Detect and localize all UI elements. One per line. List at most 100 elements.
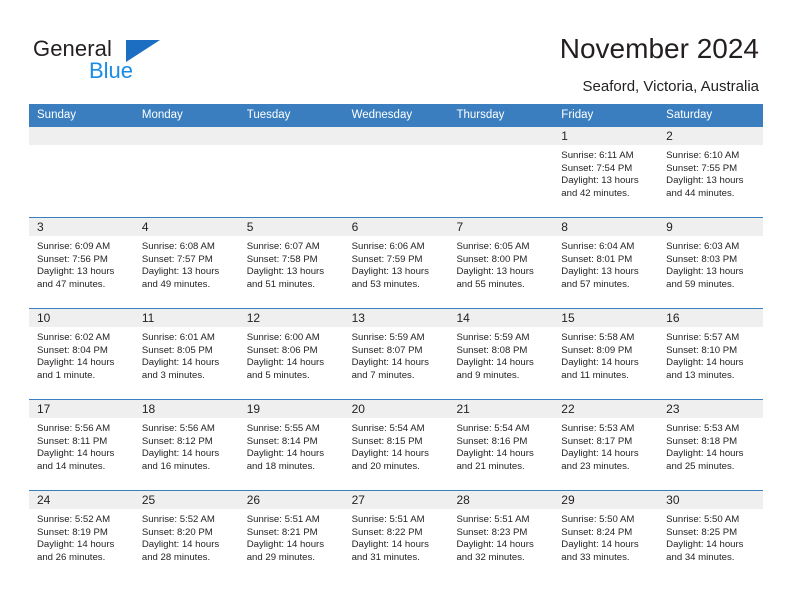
daylight-text-line2: and 57 minutes. xyxy=(561,278,630,290)
sunset-text: Sunset: 8:18 PM xyxy=(666,435,738,447)
day-cell[interactable]: Sunrise: 5:58 AM Sunset: 8:09 PM Dayligh… xyxy=(553,327,658,399)
sunrise-text: Sunrise: 5:51 AM xyxy=(351,514,425,525)
day-number: 4 xyxy=(141,220,149,234)
day-cell[interactable]: Sunrise: 5:52 AM Sunset: 8:20 PM Dayligh… xyxy=(134,509,239,581)
day-number: 30 xyxy=(666,493,680,507)
day-cell[interactable]: Sunrise: 6:01 AM Sunset: 8:05 PM Dayligh… xyxy=(134,327,239,399)
sunrise-text: Sunrise: 5:56 AM xyxy=(141,423,215,434)
day-cell[interactable] xyxy=(29,145,134,217)
day-number: 24 xyxy=(37,493,51,507)
day-number: 18 xyxy=(141,402,156,416)
daylight-text-line2: and 47 minutes. xyxy=(37,278,106,290)
day-cell[interactable]: Sunrise: 6:09 AM Sunset: 7:56 PM Dayligh… xyxy=(29,236,134,308)
day-cell[interactable]: Sunrise: 5:54 AM Sunset: 8:16 PM Dayligh… xyxy=(448,418,553,490)
daylight-text-line2: and 9 minutes. xyxy=(456,369,520,381)
day-cell[interactable]: Sunrise: 5:55 AM Sunset: 8:14 PM Dayligh… xyxy=(239,418,344,490)
daylight-text-line1: Daylight: 14 hours xyxy=(141,539,220,551)
sunset-text: Sunset: 8:00 PM xyxy=(456,253,528,265)
page-subtitle-location: Seaford, Victoria, Australia xyxy=(582,78,759,95)
daylight-text-line2: and 1 minute. xyxy=(37,369,96,381)
daylight-text-line2: and 42 minutes. xyxy=(561,187,630,199)
brand-name-blue: Blue xyxy=(89,58,134,83)
day-cell[interactable]: Sunrise: 5:50 AM Sunset: 8:24 PM Dayligh… xyxy=(553,509,658,581)
sunset-text: Sunset: 8:07 PM xyxy=(351,344,423,356)
daylight-text-line2: and 16 minutes. xyxy=(141,460,211,472)
day-cell[interactable] xyxy=(448,145,553,217)
day-number: 11 xyxy=(141,311,155,325)
day-cell[interactable]: Sunrise: 5:59 AM Sunset: 8:07 PM Dayligh… xyxy=(344,327,449,399)
day-cell[interactable]: Sunrise: 5:53 AM Sunset: 8:18 PM Dayligh… xyxy=(658,418,763,490)
day-cell[interactable]: Sunrise: 6:07 AM Sunset: 7:58 PM Dayligh… xyxy=(239,236,344,308)
week-daynumber-strip: 3 4 5 6 7 8 9 xyxy=(29,218,763,236)
sunrise-text: Sunrise: 5:59 AM xyxy=(351,332,425,343)
day-cell[interactable]: Sunrise: 6:11 AM Sunset: 7:54 PM Dayligh… xyxy=(553,145,658,217)
day-cell[interactable]: Sunrise: 5:53 AM Sunset: 8:17 PM Dayligh… xyxy=(553,418,658,490)
sunset-text: Sunset: 8:20 PM xyxy=(141,526,213,538)
sunset-text: Sunset: 7:56 PM xyxy=(37,253,108,265)
daylight-text-line1: Daylight: 14 hours xyxy=(456,539,534,551)
day-cell[interactable]: Sunrise: 5:52 AM Sunset: 8:19 PM Dayligh… xyxy=(29,509,134,581)
calendar-week-row: 24 25 26 27 28 29 30 Sunrise: 5:52 AM Su… xyxy=(29,490,763,581)
sunrise-text: Sunrise: 5:55 AM xyxy=(246,423,320,434)
week-detail-strip: Sunrise: 5:52 AM Sunset: 8:19 PM Dayligh… xyxy=(29,509,763,581)
day-cell[interactable]: Sunrise: 5:51 AM Sunset: 8:23 PM Dayligh… xyxy=(448,509,553,581)
day-number xyxy=(29,127,134,145)
day-cell[interactable]: Sunrise: 6:04 AM Sunset: 8:01 PM Dayligh… xyxy=(553,236,658,308)
weekday-header-sunday: Sunday xyxy=(37,109,77,121)
day-cell[interactable]: Sunrise: 5:59 AM Sunset: 8:08 PM Dayligh… xyxy=(448,327,553,399)
sunset-text: Sunset: 8:08 PM xyxy=(456,344,528,356)
week-daynumber-strip: 24 25 26 27 28 29 30 xyxy=(29,491,763,509)
daylight-text-line1: Daylight: 14 hours xyxy=(666,539,744,551)
day-cell[interactable]: Sunrise: 5:50 AM Sunset: 8:25 PM Dayligh… xyxy=(658,509,763,581)
daylight-text-line2: and 31 minutes. xyxy=(351,551,420,563)
day-cell[interactable]: Sunrise: 6:10 AM Sunset: 7:55 PM Dayligh… xyxy=(658,145,763,217)
sunset-text: Sunset: 8:03 PM xyxy=(666,253,738,265)
calendar-grid: Sunday Monday Tuesday Wednesday Thursday… xyxy=(29,104,763,581)
daylight-text-line1: Daylight: 14 hours xyxy=(456,357,534,369)
week-detail-strip: Sunrise: 6:09 AM Sunset: 7:56 PM Dayligh… xyxy=(29,236,763,308)
daylight-text-line2: and 59 minutes. xyxy=(666,278,735,290)
daylight-text-line1: Daylight: 14 hours xyxy=(666,448,744,460)
day-cell[interactable]: Sunrise: 6:02 AM Sunset: 8:04 PM Dayligh… xyxy=(29,327,134,399)
day-number xyxy=(448,127,553,145)
weekday-header-wednesday: Wednesday xyxy=(351,109,413,121)
day-cell[interactable]: Sunrise: 6:06 AM Sunset: 7:59 PM Dayligh… xyxy=(344,236,449,308)
sunrise-text: Sunrise: 6:03 AM xyxy=(666,241,740,252)
day-cell[interactable]: Sunrise: 6:05 AM Sunset: 8:00 PM Dayligh… xyxy=(448,236,553,308)
day-cell[interactable] xyxy=(344,145,449,217)
day-number: 22 xyxy=(561,402,575,416)
day-cell[interactable]: Sunrise: 6:00 AM Sunset: 8:06 PM Dayligh… xyxy=(239,327,344,399)
sunrise-text: Sunrise: 6:07 AM xyxy=(246,241,320,252)
day-number: 17 xyxy=(37,402,51,416)
day-cell[interactable]: Sunrise: 5:57 AM Sunset: 8:10 PM Dayligh… xyxy=(658,327,763,399)
sunrise-text: Sunrise: 6:08 AM xyxy=(141,241,215,252)
day-number: 16 xyxy=(666,311,680,325)
daylight-text-line1: Daylight: 13 hours xyxy=(141,266,220,278)
daylight-text-line2: and 13 minutes. xyxy=(666,369,735,381)
brand-logo[interactable]: General Blue xyxy=(33,36,233,90)
sunset-text: Sunset: 8:22 PM xyxy=(351,526,423,538)
day-cell[interactable] xyxy=(239,145,344,217)
daylight-text-line2: and 5 minutes. xyxy=(246,369,310,381)
sunset-text: Sunset: 8:10 PM xyxy=(666,344,738,356)
sunset-text: Sunset: 8:15 PM xyxy=(351,435,423,447)
calendar-week-row: 10 11 12 13 14 15 16 Sunrise: 6:02 AM Su… xyxy=(29,308,763,399)
day-cell[interactable]: Sunrise: 5:56 AM Sunset: 8:11 PM Dayligh… xyxy=(29,418,134,490)
day-cell[interactable]: Sunrise: 6:03 AM Sunset: 8:03 PM Dayligh… xyxy=(658,236,763,308)
sunset-text: Sunset: 8:01 PM xyxy=(561,253,633,265)
day-cell[interactable]: Sunrise: 5:51 AM Sunset: 8:21 PM Dayligh… xyxy=(239,509,344,581)
day-cell[interactable] xyxy=(134,145,239,217)
day-cell[interactable]: Sunrise: 6:08 AM Sunset: 7:57 PM Dayligh… xyxy=(134,236,239,308)
day-number xyxy=(134,127,239,145)
page-header: General Blue November 2024 Seaford, Vict… xyxy=(0,0,792,100)
daylight-text-line2: and 44 minutes. xyxy=(666,187,735,199)
day-cell[interactable]: Sunrise: 5:51 AM Sunset: 8:22 PM Dayligh… xyxy=(344,509,449,581)
calendar-week-row: 17 18 19 20 21 22 23 Sunrise: 5:56 AM Su… xyxy=(29,399,763,490)
day-cell[interactable]: Sunrise: 5:54 AM Sunset: 8:15 PM Dayligh… xyxy=(344,418,449,490)
day-cell[interactable]: Sunrise: 5:56 AM Sunset: 8:12 PM Dayligh… xyxy=(134,418,239,490)
sunset-text: Sunset: 7:58 PM xyxy=(246,253,318,265)
daylight-text-line2: and 29 minutes. xyxy=(246,551,315,563)
day-number: 28 xyxy=(456,493,470,507)
day-number: 13 xyxy=(351,311,365,325)
day-number: 8 xyxy=(561,220,568,234)
